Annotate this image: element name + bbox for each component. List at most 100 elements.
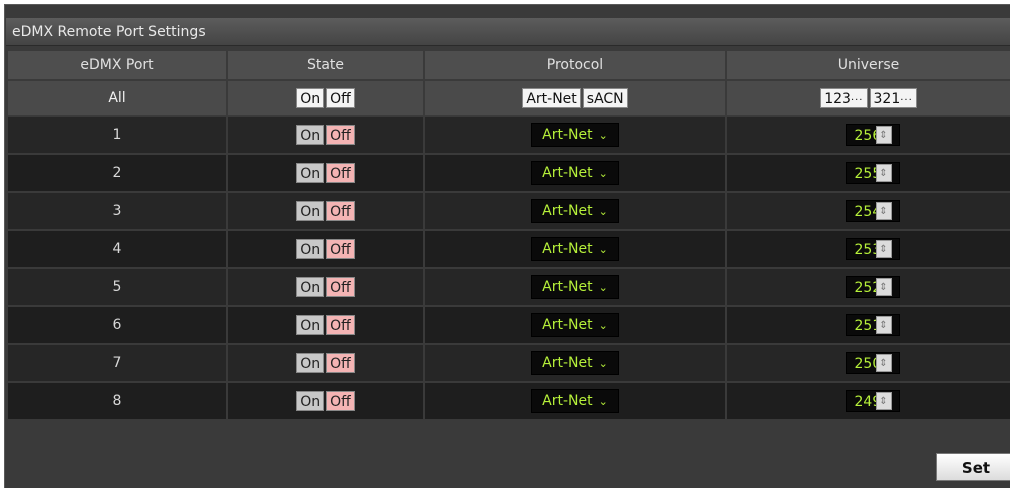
protocol-cell: Art-Net ⌄ — [423, 343, 727, 383]
universe-stepper: 250 ⇕ — [845, 352, 900, 374]
port-number: 3 — [6, 191, 228, 231]
port-number: 5 — [6, 267, 228, 307]
chevron-down-icon: ⌄ — [598, 166, 608, 180]
col-header-universe: Universe — [725, 49, 1010, 81]
spinner-icon[interactable]: ⇕ — [875, 316, 892, 334]
state-on-button[interactable]: On — [296, 201, 325, 221]
chevron-down-icon: ⌄ — [598, 394, 608, 408]
spinner-icon[interactable]: ⇕ — [875, 202, 892, 220]
all-artnet-button[interactable]: Art-Net — [522, 88, 581, 108]
state-on-button[interactable]: On — [296, 277, 325, 297]
all-protocol-cell: Art-Net sACN — [423, 79, 727, 117]
state-cell: On Off — [226, 305, 425, 345]
spinner-icon[interactable]: ⇕ — [875, 126, 892, 144]
protocol-dropdown[interactable]: Art-Net ⌄ — [531, 275, 619, 299]
state-off-button[interactable]: Off — [326, 277, 355, 297]
port-row: 5 On Off Art-Net ⌄ 252 ⇕ — [6, 267, 1010, 307]
state-on-button[interactable]: On — [296, 163, 325, 183]
state-off-button[interactable]: Off — [326, 353, 355, 373]
all-protocol-toggle: Art-Net sACN — [522, 88, 628, 108]
protocol-dropdown[interactable]: Art-Net ⌄ — [531, 351, 619, 375]
universe-stepper: 253 ⇕ — [845, 238, 900, 260]
state-off-button[interactable]: Off — [326, 163, 355, 183]
protocol-dropdown[interactable]: Art-Net ⌄ — [531, 199, 619, 223]
protocol-value: Art-Net — [542, 279, 593, 295]
port-row: 2 On Off Art-Net ⌄ 255 ⇕ — [6, 153, 1010, 193]
protocol-dropdown[interactable]: Art-Net ⌄ — [531, 161, 619, 185]
state-on-button[interactable]: On — [296, 239, 325, 259]
protocol-dropdown[interactable]: Art-Net ⌄ — [531, 389, 619, 413]
universe-descending-button[interactable]: 321··· — [869, 88, 917, 108]
universe-stepper: 255 ⇕ — [845, 162, 900, 184]
footer-bar: Set — [6, 441, 1010, 488]
spinner-icon[interactable]: ⇕ — [875, 278, 892, 296]
protocol-value: Art-Net — [542, 317, 593, 333]
state-on-button[interactable]: On — [296, 315, 325, 335]
protocol-value: Art-Net — [542, 355, 593, 371]
protocol-cell: Art-Net ⌄ — [423, 191, 727, 231]
ellipsis-icon: ··· — [850, 95, 864, 106]
chevron-down-icon: ⌄ — [598, 128, 608, 142]
protocol-cell: Art-Net ⌄ — [423, 153, 727, 193]
universe-cell: 256 ⇕ — [725, 115, 1010, 155]
state-toggle: On Off — [296, 353, 355, 373]
protocol-value: Art-Net — [542, 165, 593, 181]
state-cell: On Off — [226, 381, 425, 421]
universe-stepper: 252 ⇕ — [845, 276, 900, 298]
universe-cell: 253 ⇕ — [725, 229, 1010, 269]
protocol-cell: Art-Net ⌄ — [423, 267, 727, 307]
all-universe-cell: 123··· 321··· — [725, 79, 1010, 117]
state-off-button[interactable]: Off — [326, 239, 355, 259]
ellipsis-icon: ··· — [900, 95, 913, 106]
universe-cell: 252 ⇕ — [725, 267, 1010, 307]
state-off-button[interactable]: Off — [326, 315, 355, 335]
all-state-toggle: On Off — [296, 88, 355, 108]
port-row: 6 On Off Art-Net ⌄ 251 ⇕ — [6, 305, 1010, 345]
universe-ascending-button[interactable]: 123··· — [820, 88, 868, 108]
universe-descending-label: 321 — [873, 91, 901, 107]
protocol-dropdown[interactable]: Art-Net ⌄ — [531, 123, 619, 147]
port-row: 3 On Off Art-Net ⌄ 254 ⇕ — [6, 191, 1010, 231]
port-number: 8 — [6, 381, 228, 421]
chevron-down-icon: ⌄ — [598, 204, 608, 218]
state-on-button[interactable]: On — [296, 125, 325, 145]
protocol-dropdown[interactable]: Art-Net ⌄ — [531, 237, 619, 261]
state-off-button[interactable]: Off — [326, 125, 355, 145]
protocol-cell: Art-Net ⌄ — [423, 381, 727, 421]
state-cell: On Off — [226, 229, 425, 269]
state-toggle: On Off — [296, 315, 355, 335]
universe-cell: 254 ⇕ — [725, 191, 1010, 231]
all-universe-toggle: 123··· 321··· — [820, 88, 917, 108]
spinner-icon[interactable]: ⇕ — [875, 240, 892, 258]
universe-stepper: 256 ⇕ — [845, 124, 900, 146]
spinner-icon[interactable]: ⇕ — [875, 392, 892, 410]
all-state-cell: On Off — [226, 79, 425, 117]
protocol-value: Art-Net — [542, 393, 593, 409]
universe-cell: 251 ⇕ — [725, 305, 1010, 345]
protocol-cell: Art-Net ⌄ — [423, 229, 727, 269]
set-button[interactable]: Set — [936, 453, 1010, 481]
all-on-button[interactable]: On — [296, 88, 325, 108]
protocol-dropdown[interactable]: Art-Net ⌄ — [531, 313, 619, 337]
spinner-icon[interactable]: ⇕ — [875, 164, 892, 182]
state-on-button[interactable]: On — [296, 353, 325, 373]
state-toggle: On Off — [296, 239, 355, 259]
state-off-button[interactable]: Off — [326, 391, 355, 411]
all-sacn-button[interactable]: sACN — [582, 88, 628, 108]
protocol-value: Art-Net — [542, 203, 593, 219]
port-row: 1 On Off Art-Net ⌄ 256 ⇕ — [6, 115, 1010, 155]
protocol-value: Art-Net — [542, 127, 593, 143]
panel-title: eDMX Remote Port Settings — [6, 18, 1010, 46]
state-on-button[interactable]: On — [296, 391, 325, 411]
universe-stepper: 251 ⇕ — [845, 314, 900, 336]
state-off-button[interactable]: Off — [326, 201, 355, 221]
state-cell: On Off — [226, 115, 425, 155]
spinner-icon[interactable]: ⇕ — [875, 354, 892, 372]
col-header-state: State — [226, 49, 425, 81]
col-header-protocol: Protocol — [423, 49, 727, 81]
chevron-down-icon: ⌄ — [598, 318, 608, 332]
all-off-button[interactable]: Off — [326, 88, 355, 108]
state-toggle: On Off — [296, 277, 355, 297]
state-cell: On Off — [226, 191, 425, 231]
state-toggle: On Off — [296, 125, 355, 145]
